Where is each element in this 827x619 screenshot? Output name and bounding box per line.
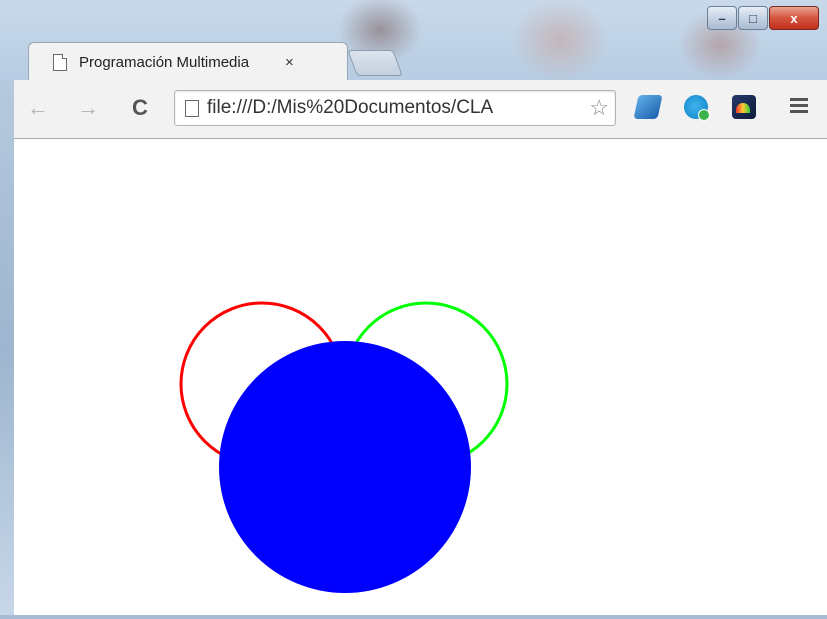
toolbar: ← → C file:///D:/Mis%20Documentos/CLA ☆: [14, 80, 827, 139]
speed-dial-icon[interactable]: [732, 95, 756, 119]
url-text[interactable]: file:///D:/Mis%20Documentos/CLA: [207, 97, 587, 119]
forward-button[interactable]: →: [76, 96, 100, 120]
window-border: [0, 80, 14, 619]
window-border: [0, 615, 827, 619]
address-bar[interactable]: file:///D:/Mis%20Documentos/CLA ☆: [174, 90, 616, 126]
back-button[interactable]: ←: [26, 96, 50, 120]
page-icon: [185, 100, 199, 117]
minimize-button[interactable]: –: [707, 6, 737, 30]
tab-close-icon[interactable]: ×: [285, 54, 294, 71]
new-tab-button[interactable]: [347, 50, 403, 76]
browser-window: – □ x Programación Multimedia × ← → C fi…: [0, 0, 827, 619]
skype-icon[interactable]: [684, 95, 710, 121]
extension-icon[interactable]: [633, 95, 663, 119]
window-controls: – □ x: [706, 6, 819, 30]
page-content: [14, 139, 827, 615]
bookmark-star-icon[interactable]: ☆: [589, 95, 609, 121]
reload-button[interactable]: C: [128, 96, 152, 120]
page-icon: [53, 53, 67, 71]
maximize-button[interactable]: □: [738, 6, 768, 30]
blue-filled-circle: [219, 341, 471, 593]
tab-active[interactable]: Programación Multimedia ×: [28, 42, 348, 81]
menu-icon[interactable]: [790, 98, 808, 114]
drawing-canvas: [179, 301, 509, 593]
tab-title: Programación Multimedia: [79, 53, 250, 71]
close-window-button[interactable]: x: [769, 6, 819, 30]
